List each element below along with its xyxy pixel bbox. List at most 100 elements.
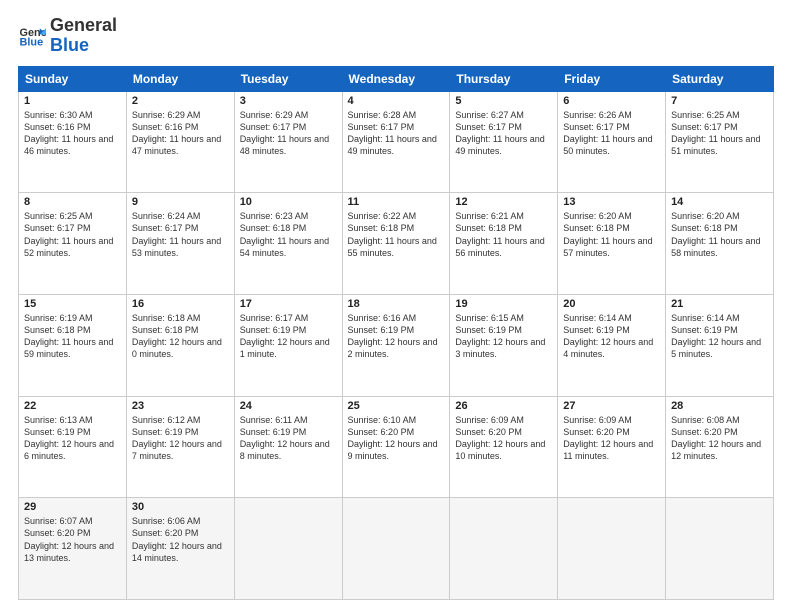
day-num-22: 22 (24, 400, 121, 412)
week-row-3: 15 Sunrise: 6:19 AM Sunset: 6:18 PM Dayl… (19, 294, 774, 396)
day-num-11: 11 (348, 196, 445, 208)
calendar-header-row: Sunday Monday Tuesday Wednesday Thursday… (19, 66, 774, 91)
day-info-28: Sunrise: 6:08 AM Sunset: 6:20 PM Dayligh… (671, 414, 768, 463)
empty-cell (558, 498, 666, 600)
day-cell-7: 7 Sunrise: 6:25 AM Sunset: 6:17 PM Dayli… (666, 91, 774, 193)
day-info-26: Sunrise: 6:09 AM Sunset: 6:20 PM Dayligh… (455, 414, 552, 463)
day-info-6: Sunrise: 6:26 AM Sunset: 6:17 PM Dayligh… (563, 109, 660, 158)
col-saturday: Saturday (666, 66, 774, 91)
day-info-4: Sunrise: 6:28 AM Sunset: 6:17 PM Dayligh… (348, 109, 445, 158)
week-row-1: 1 Sunrise: 6:30 AM Sunset: 6:16 PM Dayli… (19, 91, 774, 193)
col-tuesday: Tuesday (234, 66, 342, 91)
day-num-18: 18 (348, 298, 445, 310)
logo-icon: General Blue (18, 22, 46, 50)
day-cell-24: 24 Sunrise: 6:11 AM Sunset: 6:19 PM Dayl… (234, 396, 342, 498)
day-num-13: 13 (563, 196, 660, 208)
day-cell-18: 18 Sunrise: 6:16 AM Sunset: 6:19 PM Dayl… (342, 294, 450, 396)
day-num-4: 4 (348, 95, 445, 107)
day-num-8: 8 (24, 196, 121, 208)
day-num-21: 21 (671, 298, 768, 310)
day-info-30: Sunrise: 6:06 AM Sunset: 6:20 PM Dayligh… (132, 515, 229, 564)
day-info-18: Sunrise: 6:16 AM Sunset: 6:19 PM Dayligh… (348, 312, 445, 361)
day-cell-16: 16 Sunrise: 6:18 AM Sunset: 6:18 PM Dayl… (126, 294, 234, 396)
day-num-15: 15 (24, 298, 121, 310)
day-info-11: Sunrise: 6:22 AM Sunset: 6:18 PM Dayligh… (348, 210, 445, 259)
day-num-26: 26 (455, 400, 552, 412)
day-info-1: Sunrise: 6:30 AM Sunset: 6:16 PM Dayligh… (24, 109, 121, 158)
day-info-12: Sunrise: 6:21 AM Sunset: 6:18 PM Dayligh… (455, 210, 552, 259)
day-num-5: 5 (455, 95, 552, 107)
empty-cell (234, 498, 342, 600)
day-info-9: Sunrise: 6:24 AM Sunset: 6:17 PM Dayligh… (132, 210, 229, 259)
day-cell-21: 21 Sunrise: 6:14 AM Sunset: 6:19 PM Dayl… (666, 294, 774, 396)
empty-cell (450, 498, 558, 600)
day-cell-3: 3 Sunrise: 6:29 AM Sunset: 6:17 PM Dayli… (234, 91, 342, 193)
day-cell-8: 8 Sunrise: 6:25 AM Sunset: 6:17 PM Dayli… (19, 193, 127, 295)
day-num-16: 16 (132, 298, 229, 310)
day-num-12: 12 (455, 196, 552, 208)
day-num-19: 19 (455, 298, 552, 310)
day-cell-11: 11 Sunrise: 6:22 AM Sunset: 6:18 PM Dayl… (342, 193, 450, 295)
day-num-24: 24 (240, 400, 337, 412)
day-cell-17: 17 Sunrise: 6:17 AM Sunset: 6:19 PM Dayl… (234, 294, 342, 396)
calendar-body: 1 Sunrise: 6:30 AM Sunset: 6:16 PM Dayli… (19, 91, 774, 599)
day-info-2: Sunrise: 6:29 AM Sunset: 6:16 PM Dayligh… (132, 109, 229, 158)
col-thursday: Thursday (450, 66, 558, 91)
col-monday: Monday (126, 66, 234, 91)
day-cell-15: 15 Sunrise: 6:19 AM Sunset: 6:18 PM Dayl… (19, 294, 127, 396)
day-cell-19: 19 Sunrise: 6:15 AM Sunset: 6:19 PM Dayl… (450, 294, 558, 396)
day-info-3: Sunrise: 6:29 AM Sunset: 6:17 PM Dayligh… (240, 109, 337, 158)
day-info-8: Sunrise: 6:25 AM Sunset: 6:17 PM Dayligh… (24, 210, 121, 259)
day-cell-23: 23 Sunrise: 6:12 AM Sunset: 6:19 PM Dayl… (126, 396, 234, 498)
day-num-20: 20 (563, 298, 660, 310)
day-cell-6: 6 Sunrise: 6:26 AM Sunset: 6:17 PM Dayli… (558, 91, 666, 193)
day-cell-28: 28 Sunrise: 6:08 AM Sunset: 6:20 PM Dayl… (666, 396, 774, 498)
day-info-29: Sunrise: 6:07 AM Sunset: 6:20 PM Dayligh… (24, 515, 121, 564)
day-num-2: 2 (132, 95, 229, 107)
col-wednesday: Wednesday (342, 66, 450, 91)
day-info-27: Sunrise: 6:09 AM Sunset: 6:20 PM Dayligh… (563, 414, 660, 463)
day-info-15: Sunrise: 6:19 AM Sunset: 6:18 PM Dayligh… (24, 312, 121, 361)
day-info-19: Sunrise: 6:15 AM Sunset: 6:19 PM Dayligh… (455, 312, 552, 361)
calendar-table: Sunday Monday Tuesday Wednesday Thursday… (18, 66, 774, 600)
day-num-10: 10 (240, 196, 337, 208)
day-num-7: 7 (671, 95, 768, 107)
day-cell-25: 25 Sunrise: 6:10 AM Sunset: 6:20 PM Dayl… (342, 396, 450, 498)
day-info-24: Sunrise: 6:11 AM Sunset: 6:19 PM Dayligh… (240, 414, 337, 463)
logo: General Blue General Blue (18, 16, 117, 56)
day-num-23: 23 (132, 400, 229, 412)
day-info-16: Sunrise: 6:18 AM Sunset: 6:18 PM Dayligh… (132, 312, 229, 361)
day-cell-1: 1 Sunrise: 6:30 AM Sunset: 6:16 PM Dayli… (19, 91, 127, 193)
logo-general: General (50, 16, 117, 36)
page: General Blue General Blue Sunday Monday … (0, 0, 792, 612)
day-info-14: Sunrise: 6:20 AM Sunset: 6:18 PM Dayligh… (671, 210, 768, 259)
day-cell-4: 4 Sunrise: 6:28 AM Sunset: 6:17 PM Dayli… (342, 91, 450, 193)
day-cell-30: 30 Sunrise: 6:06 AM Sunset: 6:20 PM Dayl… (126, 498, 234, 600)
day-num-17: 17 (240, 298, 337, 310)
day-info-7: Sunrise: 6:25 AM Sunset: 6:17 PM Dayligh… (671, 109, 768, 158)
day-num-3: 3 (240, 95, 337, 107)
day-info-25: Sunrise: 6:10 AM Sunset: 6:20 PM Dayligh… (348, 414, 445, 463)
day-cell-29: 29 Sunrise: 6:07 AM Sunset: 6:20 PM Dayl… (19, 498, 127, 600)
day-cell-5: 5 Sunrise: 6:27 AM Sunset: 6:17 PM Dayli… (450, 91, 558, 193)
day-num-27: 27 (563, 400, 660, 412)
day-cell-10: 10 Sunrise: 6:23 AM Sunset: 6:18 PM Dayl… (234, 193, 342, 295)
logo-blue: Blue (50, 36, 117, 56)
day-num-14: 14 (671, 196, 768, 208)
day-cell-20: 20 Sunrise: 6:14 AM Sunset: 6:19 PM Dayl… (558, 294, 666, 396)
week-row-5: 29 Sunrise: 6:07 AM Sunset: 6:20 PM Dayl… (19, 498, 774, 600)
day-cell-14: 14 Sunrise: 6:20 AM Sunset: 6:18 PM Dayl… (666, 193, 774, 295)
day-num-28: 28 (671, 400, 768, 412)
week-row-4: 22 Sunrise: 6:13 AM Sunset: 6:19 PM Dayl… (19, 396, 774, 498)
day-cell-12: 12 Sunrise: 6:21 AM Sunset: 6:18 PM Dayl… (450, 193, 558, 295)
col-sunday: Sunday (19, 66, 127, 91)
day-num-6: 6 (563, 95, 660, 107)
day-cell-22: 22 Sunrise: 6:13 AM Sunset: 6:19 PM Dayl… (19, 396, 127, 498)
day-info-21: Sunrise: 6:14 AM Sunset: 6:19 PM Dayligh… (671, 312, 768, 361)
day-num-9: 9 (132, 196, 229, 208)
svg-text:Blue: Blue (20, 36, 44, 48)
header: General Blue General Blue (18, 16, 774, 56)
day-info-23: Sunrise: 6:12 AM Sunset: 6:19 PM Dayligh… (132, 414, 229, 463)
day-num-1: 1 (24, 95, 121, 107)
col-friday: Friday (558, 66, 666, 91)
